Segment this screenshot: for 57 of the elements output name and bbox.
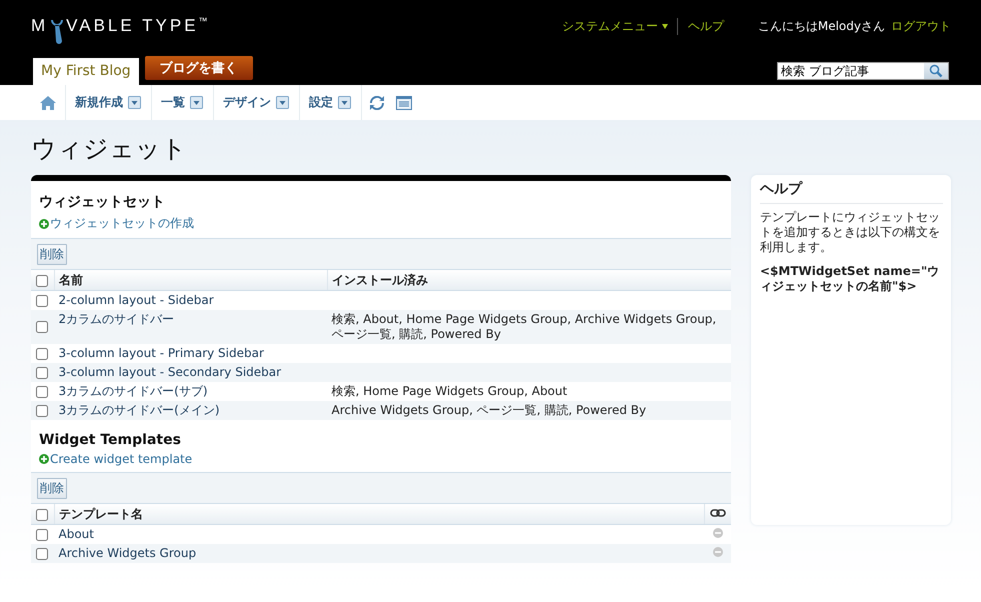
template-name-link[interactable]: About: [58, 527, 94, 541]
widget-set-link[interactable]: 2-column layout - Sidebar: [58, 293, 214, 307]
row-checkbox[interactable]: [36, 404, 48, 417]
row-checkbox[interactable]: [36, 366, 48, 379]
column-header: テンプレート名: [59, 506, 143, 520]
help-link[interactable]: ヘルプ: [678, 18, 724, 35]
caret-icon: [662, 24, 668, 29]
column-header: インストール済み: [332, 272, 428, 286]
nav-menu-link[interactable]: 一覧: [161, 94, 185, 111]
code-snippet: <$MTWidgetSet name="ウィジェットセットの名前"$>: [760, 264, 940, 294]
widget-set-link[interactable]: 2カラムのサイドバー: [58, 312, 174, 326]
system-menu-link[interactable]: システムメニュー: [562, 18, 678, 35]
refresh-icon[interactable]: [369, 96, 385, 110]
dropdown-icon[interactable]: [190, 96, 203, 109]
select-all-checkbox[interactable]: [36, 508, 48, 521]
add-icon: [39, 218, 49, 228]
dropdown-icon[interactable]: [338, 96, 351, 109]
template-name-link[interactable]: Archive Widgets Group: [58, 546, 196, 560]
column-header: 名前: [59, 272, 83, 286]
chain-link-icon: [710, 508, 726, 518]
logo-text: VABLE TYPE™: [66, 16, 208, 36]
help-title: ヘルプ: [760, 180, 943, 204]
page-title: ウィジェット: [31, 133, 188, 165]
delete-button[interactable]: 削除: [37, 244, 67, 265]
search-icon[interactable]: [924, 63, 948, 79]
window-icon[interactable]: [396, 96, 412, 110]
row-checkbox[interactable]: [36, 528, 48, 541]
write-blog-button[interactable]: ブログを書く: [144, 56, 253, 80]
section-title: ウィジェットセット: [39, 193, 165, 211]
nav-menu-link[interactable]: 設定: [309, 94, 333, 111]
select-all-checkbox[interactable]: [36, 274, 48, 287]
search-field[interactable]: 検索 ブログ記事: [777, 62, 949, 80]
add-icon: [39, 454, 49, 464]
dropdown-icon[interactable]: [276, 96, 289, 109]
installed-widgets-text: 検索, About, Home Page Widgets Group, Archive Widgets Group, ページ一覧, 購読, Powered By: [332, 312, 716, 341]
section-title: Widget Templates: [39, 432, 181, 448]
home-icon[interactable]: [40, 95, 56, 110]
create-link[interactable]: Create widget template: [50, 452, 192, 466]
dropdown-icon[interactable]: [128, 96, 141, 109]
nav-menu-link[interactable]: 新規作成: [75, 94, 123, 111]
widget-set-link[interactable]: 3カラムのサイドバー(サブ): [58, 384, 208, 398]
row-checkbox[interactable]: [36, 386, 48, 398]
greeting-text: こんにちはMelodyさん: [758, 18, 885, 35]
row-checkbox[interactable]: [36, 321, 48, 334]
nav-menu-link[interactable]: デザイン: [223, 94, 271, 111]
row-checkbox[interactable]: [36, 548, 48, 560]
row-checkbox[interactable]: [36, 294, 48, 307]
installed-widgets-text: Archive Widgets Group, ページ一覧, 購読, Powered By: [332, 403, 646, 417]
delete-button[interactable]: 削除: [37, 478, 67, 499]
installed-widgets-text: 検索, Home Page Widgets Group, About: [332, 384, 568, 398]
row-checkbox[interactable]: [36, 348, 48, 360]
create-link[interactable]: ウィジェットセットの作成: [50, 215, 194, 232]
logout-link[interactable]: ログアウト: [891, 18, 951, 35]
widget-set-link[interactable]: 3-column layout - Primary Sidebar: [58, 346, 264, 360]
blog-tab[interactable]: My First Blog: [33, 58, 139, 85]
logo-text: M: [31, 16, 48, 36]
help-text: テンプレートにウィジェットセットを追加するときは以下の構文を利用します。: [760, 210, 941, 255]
